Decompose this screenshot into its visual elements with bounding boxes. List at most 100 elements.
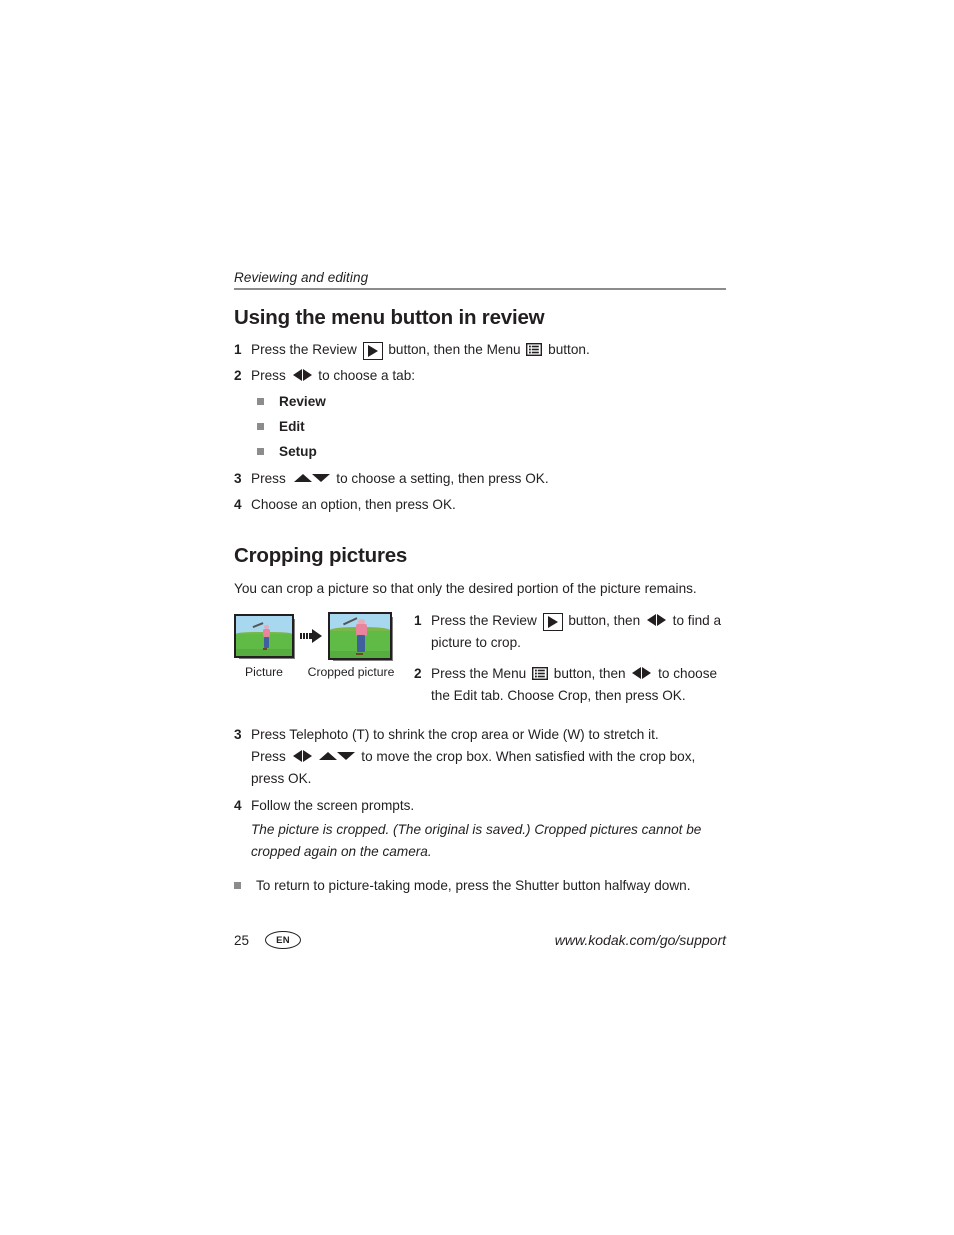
tab-label: Edit bbox=[279, 419, 305, 435]
step-text-mid: button, then bbox=[564, 613, 644, 629]
step-number: 3 bbox=[234, 471, 242, 487]
step-text: Press the Review button, then the Menu b… bbox=[251, 339, 726, 361]
right-arrow-icon bbox=[302, 369, 312, 382]
caption-cropped-picture: Cropped picture bbox=[307, 665, 395, 680]
left-arrow-icon bbox=[292, 750, 302, 763]
step-item: 1 Press the Review button, then the Menu… bbox=[234, 339, 726, 361]
right-arrow-icon bbox=[302, 750, 312, 763]
step-number: 1 bbox=[234, 342, 242, 357]
step-item: 2 Press the Menu button, then to choose … bbox=[414, 663, 726, 707]
step-text-mid: button, then the Menu bbox=[384, 342, 525, 357]
left-arrow-icon bbox=[632, 667, 642, 680]
square-bullet-icon bbox=[234, 875, 256, 897]
cropping-note: The picture is cropped. (The original is… bbox=[251, 822, 702, 859]
step-item: 4 Follow the screen prompts. The picture… bbox=[234, 795, 726, 863]
header-divider bbox=[234, 288, 726, 290]
up-arrow-icon bbox=[293, 474, 312, 483]
arrow-gap bbox=[294, 629, 328, 644]
step-text: Follow the screen prompts. The picture i… bbox=[251, 795, 726, 863]
list-item-tab-edit: Edit bbox=[257, 416, 726, 438]
step-text-pre: Press bbox=[251, 471, 290, 487]
step-number: 4 bbox=[234, 497, 242, 513]
golfer-torso bbox=[263, 628, 271, 638]
figure-captions: Picture Cropped picture bbox=[234, 665, 406, 679]
step-text-pre: Press bbox=[251, 368, 290, 384]
up-arrow-icon bbox=[318, 752, 337, 761]
step-number: 1 bbox=[414, 613, 422, 629]
arrow-stripe bbox=[305, 633, 306, 640]
step-number: 3 bbox=[234, 727, 242, 743]
step-text: Press to choose a setting, then press OK… bbox=[251, 468, 726, 490]
step-text-mid: button, then bbox=[549, 666, 630, 682]
step-text: Choose an option, then press OK. bbox=[251, 497, 456, 513]
cropping-figure-steps: 1 Press the Review button, then to find … bbox=[406, 610, 726, 716]
cropped-picture-thumbnail-wrap bbox=[328, 612, 393, 662]
menu-button-icon bbox=[526, 341, 543, 357]
tab-label: Review bbox=[279, 394, 326, 410]
step-item: 3 Press Telephoto (T) to shrink the crop… bbox=[234, 724, 726, 790]
step-item: 4 Choose an option, then press OK. bbox=[234, 494, 726, 516]
list-item-return-to-capture: To return to picture-taking mode, press … bbox=[234, 875, 726, 897]
golfer-shoe bbox=[262, 647, 268, 650]
cropped-picture-thumbnail bbox=[328, 612, 392, 661]
step-number: 2 bbox=[234, 368, 242, 384]
section-title-cropping: Cropping pictures bbox=[234, 544, 408, 568]
play-triangle-icon bbox=[367, 345, 378, 357]
thumbnail-pair bbox=[234, 612, 406, 662]
page-footer: 25 EN www.kodak.com/go/support bbox=[234, 931, 726, 949]
step-text-post: button. bbox=[544, 342, 590, 357]
step-text-pre: Press the Review bbox=[431, 613, 541, 629]
page-number: 25 bbox=[234, 932, 250, 948]
square-bullet-icon bbox=[257, 391, 279, 413]
step-text: Press the Review button, then to find a … bbox=[431, 610, 726, 654]
arrow-stripe bbox=[302, 633, 303, 640]
step-text-post: to choose a tab: bbox=[314, 368, 416, 384]
down-arrow-icon bbox=[311, 474, 330, 483]
tab-label: Setup bbox=[279, 444, 317, 460]
step-text: Press the Menu button, then to choose th… bbox=[431, 663, 726, 707]
list-item-tab-setup: Setup bbox=[257, 441, 726, 463]
cropping-intro-text: You can crop a picture so that only the … bbox=[234, 581, 697, 597]
step-text-pre: Press the Review bbox=[251, 342, 361, 357]
left-arrow-icon bbox=[292, 369, 302, 382]
step-text-line1: Follow the screen prompts. bbox=[251, 798, 415, 814]
cropping-figure: Picture Cropped picture bbox=[234, 610, 406, 679]
step-text-line1: Press Telephoto (T) to shrink the crop a… bbox=[251, 727, 659, 743]
left-arrow-icon bbox=[646, 614, 656, 627]
step-text: Press Telephoto (T) to shrink the crop a… bbox=[251, 724, 726, 790]
right-arrow-icon bbox=[656, 614, 666, 627]
list-item-tab-review: Review bbox=[257, 391, 726, 413]
step-item: 3 Press to choose a setting, then press … bbox=[234, 468, 726, 490]
right-arrow-icon bbox=[642, 667, 652, 680]
golfer-legs bbox=[263, 636, 270, 648]
picture-thumbnail-wrap bbox=[234, 614, 295, 660]
right-arrow-icon bbox=[300, 629, 322, 644]
document-page: Reviewing and editing Using the menu but… bbox=[234, 270, 726, 900]
section-title-menu-button: Using the menu button in review bbox=[234, 306, 545, 329]
arrow-head bbox=[312, 629, 322, 644]
menu-button-icon bbox=[531, 665, 548, 681]
square-bullet-icon bbox=[257, 416, 279, 438]
support-url[interactable]: www.kodak.com/go/support bbox=[555, 932, 726, 948]
step-text: Press to choose a tab: bbox=[251, 365, 726, 387]
picture-thumbnail bbox=[234, 614, 294, 659]
step-number: 4 bbox=[234, 798, 242, 814]
golfer-torso bbox=[356, 624, 367, 636]
arrow-stripe bbox=[308, 633, 309, 640]
square-bullet-icon bbox=[257, 441, 279, 463]
review-button-icon bbox=[362, 342, 383, 360]
caption-picture: Picture bbox=[245, 665, 283, 680]
language-badge: EN bbox=[265, 931, 302, 949]
list-item-label: To return to picture-taking mode, press … bbox=[256, 877, 691, 893]
step-item: 1 Press the Review button, then to find … bbox=[414, 610, 726, 654]
golfer-figure bbox=[343, 616, 371, 656]
step-number: 2 bbox=[414, 666, 422, 682]
step-text-post: to choose a setting, then press OK. bbox=[332, 471, 549, 487]
down-arrow-icon bbox=[336, 752, 355, 761]
step-item: 2 Press to choose a tab: bbox=[234, 365, 726, 387]
play-triangle-icon bbox=[547, 616, 558, 629]
cropping-figure-row: Picture Cropped picture 1 Press the Revi… bbox=[234, 610, 726, 716]
step-text-pre: Press the Menu bbox=[431, 666, 530, 682]
golfer-figure bbox=[252, 622, 273, 650]
running-header: Reviewing and editing bbox=[234, 270, 369, 285]
